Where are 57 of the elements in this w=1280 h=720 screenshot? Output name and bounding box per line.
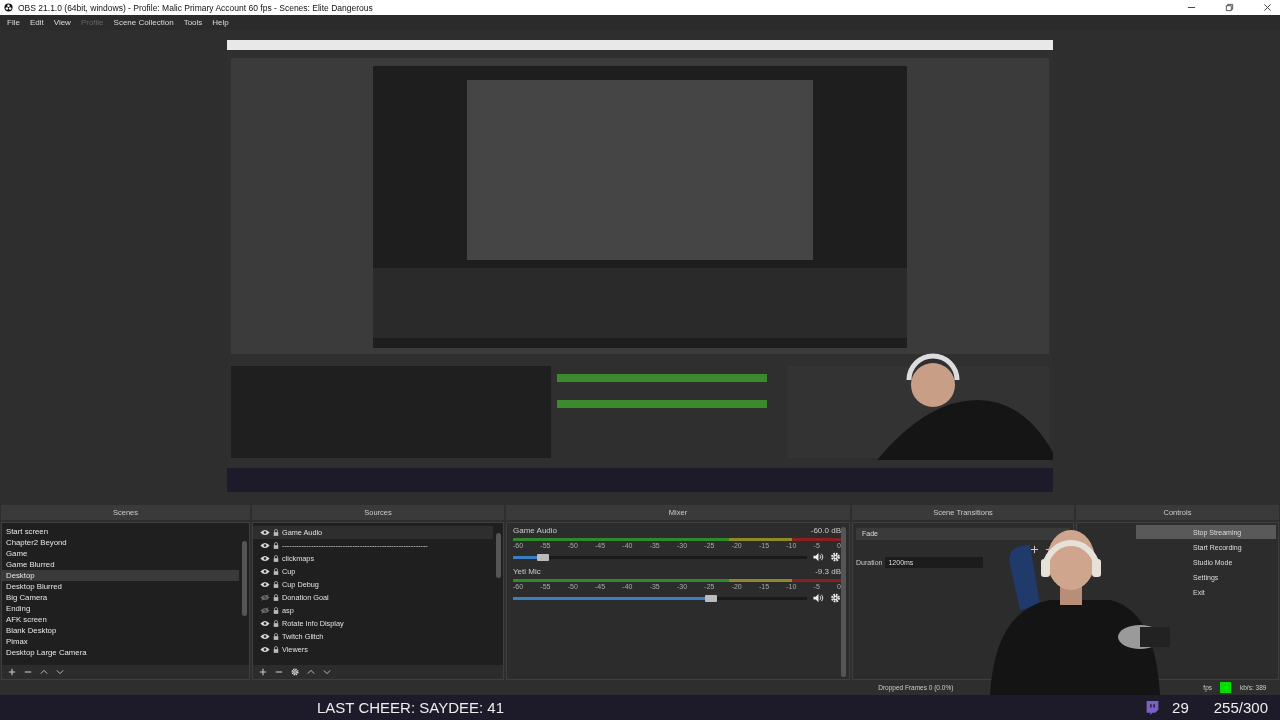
remove-icon[interactable]	[24, 668, 32, 676]
viewer-count: 29	[1172, 699, 1189, 716]
lock-icon[interactable]	[273, 646, 279, 653]
menu-item[interactable]: View	[48, 18, 76, 27]
scrollbar[interactable]	[496, 533, 501, 578]
speaker-icon[interactable]	[813, 593, 824, 603]
volume-slider[interactable]	[513, 596, 807, 600]
eye-icon[interactable]	[260, 633, 270, 640]
window-title: OBS 21.1.0 (64bit, windows) - Profile: Malic Primary Account 60 fps - Scenes: Elite Dangerous	[18, 2, 373, 13]
lock-icon[interactable]	[273, 620, 279, 627]
add-icon[interactable]	[259, 668, 267, 676]
volume-reading: -60.0 dB	[810, 526, 841, 536]
eye-icon[interactable]	[260, 555, 270, 562]
lock-icon[interactable]	[273, 633, 279, 640]
settings-icon[interactable]	[830, 552, 841, 562]
eye-icon[interactable]	[260, 646, 270, 653]
settings-icon[interactable]	[291, 668, 299, 676]
eye-icon[interactable]	[260, 620, 270, 627]
restore-icon[interactable]	[1225, 3, 1234, 12]
eye-icon[interactable]	[260, 529, 270, 536]
eye-icon[interactable]	[260, 581, 270, 588]
menu-item[interactable]: Help	[207, 18, 234, 27]
settings-icon[interactable]	[830, 593, 841, 603]
remove-icon[interactable]	[275, 668, 283, 676]
eye-icon[interactable]	[260, 542, 270, 549]
move-down-icon[interactable]	[323, 668, 331, 676]
volume-reading: -9.3 dB	[815, 567, 841, 577]
lock-icon[interactable]	[273, 607, 279, 614]
lock-icon[interactable]	[273, 581, 279, 588]
hidden-eye-icon[interactable]	[260, 594, 270, 601]
chat-bubble-icon	[1145, 700, 1161, 715]
lock-icon[interactable]	[273, 594, 279, 601]
move-down-icon[interactable]	[56, 668, 64, 676]
lock-icon[interactable]	[273, 555, 279, 562]
move-up-icon[interactable]	[40, 668, 48, 676]
scrollbar[interactable]	[841, 527, 846, 677]
menu-item[interactable]: Edit	[24, 18, 49, 27]
lock-icon[interactable]	[273, 529, 279, 536]
lock-icon[interactable]	[273, 542, 279, 549]
eye-icon[interactable]	[260, 568, 270, 575]
speaker-icon[interactable]	[813, 552, 824, 562]
add-icon[interactable]	[1030, 545, 1039, 554]
channel-name: Yeti Mic	[513, 567, 541, 577]
app-logo-icon	[4, 3, 13, 12]
hidden-eye-icon[interactable]	[260, 607, 270, 614]
close-icon[interactable]	[1263, 3, 1272, 12]
follower-goal: 255/300	[1213, 699, 1268, 716]
add-icon[interactable]	[8, 668, 16, 676]
menu-item[interactable]: Tools	[178, 18, 208, 27]
channel-name: Game Audio	[513, 526, 558, 536]
stream-health-indicator	[1220, 682, 1231, 693]
lock-icon[interactable]	[273, 568, 279, 575]
move-up-icon[interactable]	[307, 668, 315, 676]
last-cheer-text: LAST CHEER: SAYDEE: 41	[317, 699, 505, 716]
menu-item[interactable]: Scene Collection	[108, 18, 179, 27]
menu-item[interactable]: File	[2, 18, 25, 27]
scrollbar[interactable]	[242, 541, 247, 616]
